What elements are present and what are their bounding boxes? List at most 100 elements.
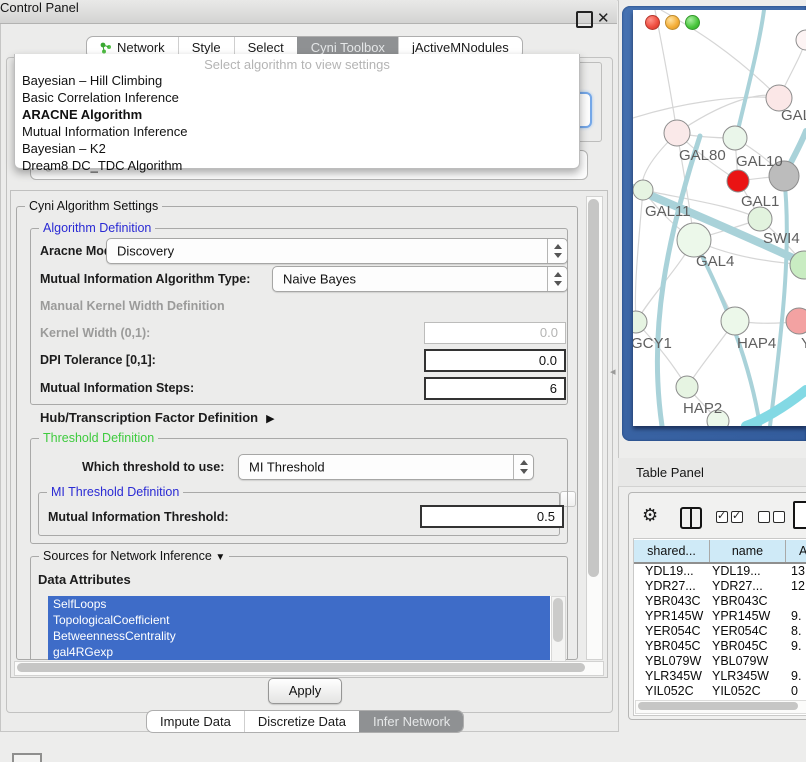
checked-checkbox-icon[interactable] [731,511,743,523]
network-edge [635,190,643,322]
network-node-label: HAP4 [737,335,776,352]
table-row[interactable]: YBL079WYBL079W [634,654,806,669]
table-row[interactable]: YDL19...YDL19...13 [634,564,806,579]
network-node-label: SWI4 [763,230,800,247]
table-cell: YDR27... [634,579,710,594]
kernel-width-field[interactable]: 0.0 [424,322,566,344]
tab-infer-network[interactable]: Infer Network [359,711,463,732]
algorithm-option[interactable]: Basic Correlation Inference [15,89,579,106]
network-node-label: GAL80 [679,147,726,164]
manual-kernel-label: Manual Kernel Width Definition [40,299,225,313]
mi-threshold-label: Mutual Information Threshold: [48,510,229,524]
network-edge [636,322,687,387]
table-cell: YBR045C [634,639,710,654]
table-row[interactable]: YIL052CYIL052C0 [634,684,806,699]
data-attributes-list[interactable]: SelfLoopsTopologicalCoefficientBetweenne… [48,596,566,660]
network-node[interactable] [786,308,806,334]
column-header-clipped[interactable]: A [786,540,806,562]
expand-right-icon: ▶ [266,412,274,425]
algorithm-option[interactable]: Bayesian – Hill Climbing [15,72,579,89]
column-header-shared-name[interactable]: shared... [634,540,710,562]
attributes-scrollbar-knob[interactable] [553,598,563,642]
table-cell: YBR043C [710,594,786,609]
collapse-down-icon: ▼ [215,552,225,563]
table-row[interactable]: YBR045CYBR045C9. [634,639,806,654]
document-icon[interactable] [793,501,806,529]
table-cell: YPR145W [634,609,710,624]
control-panel-titlebar [0,0,617,24]
network-node[interactable] [633,180,653,200]
splitter-collapse-icon[interactable]: ◂ [610,365,616,378]
tab-label: jActiveMNodules [412,40,509,55]
network-node[interactable] [677,223,711,257]
column-header-name[interactable]: name [710,540,786,562]
tab-discretize-data[interactable]: Discretize Data [244,711,359,732]
table-row[interactable]: YER054CYER054C8. [634,624,806,639]
network-node[interactable] [721,307,749,335]
algorithm-option[interactable]: Bayesian – K2 [15,140,579,157]
table-row[interactable]: YLR345WYLR345W9. [634,669,806,684]
table-cell: 9. [786,639,806,654]
data-attributes-label: Data Attributes [38,572,131,587]
tab-label: Impute Data [160,714,231,729]
zoom-traffic-light-icon[interactable] [685,15,700,30]
mi-type-label: Mutual Information Algorithm Type: [40,272,250,286]
apply-button[interactable]: Apply [268,678,342,704]
mi-threshold-field[interactable]: 0.5 [420,505,564,528]
control-panel-title: Control Panel [0,0,79,15]
table-panel-title: Table Panel [636,465,704,480]
mi-threshold-definition-title: MI Threshold Definition [47,485,183,499]
unchecked-checkbox-icon[interactable] [773,511,785,523]
network-node[interactable] [723,126,747,150]
unchecked-checkbox-icon[interactable] [758,511,770,523]
mi-steps-field[interactable]: 6 [424,377,566,400]
network-node[interactable] [748,207,772,231]
table-cell: 9. [786,609,806,624]
algorithm-option[interactable]: ARACNE Algorithm [15,106,579,123]
split-columns-icon[interactable] [680,507,702,529]
tab-label: Infer Network [373,714,450,729]
bottom-tab-bar: Impute Data Discretize Data Infer Network [146,710,464,733]
gear-icon[interactable]: ⚙ [642,505,658,526]
table-horizontal-knob[interactable] [638,702,798,710]
algorithm-option[interactable]: Mutual Information Inference [15,123,579,140]
table-cell: YBR045C [710,639,786,654]
network-node-label: GCY1 [633,335,672,352]
hub-definition-toggle[interactable]: Hub/Transcription Factor Definition▶ [40,410,275,425]
close-traffic-light-icon[interactable] [645,15,660,30]
partial-corner-widget [12,753,42,762]
combo-stepper-icon [547,267,567,291]
settings-horizontal-knob[interactable] [17,663,585,672]
float-window-icon[interactable] [576,11,593,28]
network-node-label: GAL8 [781,107,806,124]
tab-impute-data[interactable]: Impute Data [147,711,244,732]
network-node[interactable] [676,376,698,398]
network-node[interactable] [727,170,749,192]
network-node[interactable] [796,30,806,50]
network-node[interactable] [664,120,690,146]
table-cell: YLR345W [634,669,710,684]
aracne-mode-combobox[interactable]: Discovery [106,238,568,264]
attribute-item[interactable]: SelfLoops [48,596,550,612]
attribute-item[interactable]: BetweennessCentrality [48,628,550,644]
attribute-item[interactable]: gal4RGexp [48,644,550,660]
algorithm-option[interactable]: Dream8 DC_TDC Algorithm [15,157,579,174]
mi-type-combobox[interactable]: Naive Bayes [272,266,568,292]
table-row[interactable]: YPR145WYPR145W9. [634,609,806,624]
network-view[interactable]: GAL8GAL80GAL10GAL11GAL1SWI4GAL4GCY1HAP4Y… [633,10,806,426]
dpi-tolerance-field[interactable]: 0.0 [424,349,566,372]
table-row[interactable]: YDR27...YDR27...12 [634,579,806,594]
tab-label: Discretize Data [258,714,346,729]
minimize-traffic-light-icon[interactable] [665,15,680,30]
sources-title[interactable]: Sources for Network Inference ▼ [39,549,229,563]
attribute-item[interactable]: TopologicalCoefficient [48,612,550,628]
network-node-label: Y [801,335,806,352]
kernel-width-label: Kernel Width (0,1): [40,326,150,340]
algorithm-dropdown-list: Bayesian – Hill ClimbingBasic Correlatio… [15,72,579,174]
table-row[interactable]: YBR043CYBR043C [634,594,806,609]
settings-vertical-knob[interactable] [588,199,599,577]
close-icon[interactable]: ✕ [597,9,610,27]
network-node[interactable] [633,311,647,333]
checked-checkbox-icon[interactable] [716,511,728,523]
which-threshold-combobox[interactable]: MI Threshold [238,454,534,480]
